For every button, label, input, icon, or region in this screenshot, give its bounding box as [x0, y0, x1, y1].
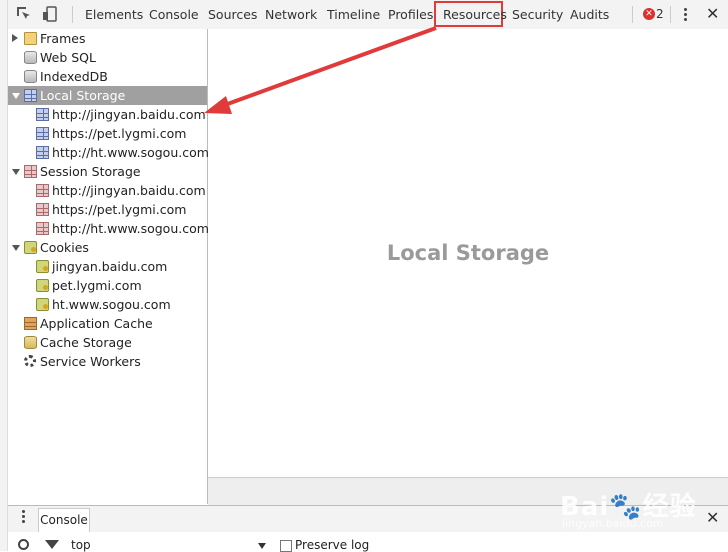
- toolbar-separator: [632, 6, 633, 23]
- tree-item-label: Cookies: [40, 240, 89, 255]
- tree-item-cookies[interactable]: Cookies: [8, 238, 207, 257]
- gear-icon: [24, 355, 36, 367]
- tree-item-session-storage-origin[interactable]: https://pet.lygmi.com: [8, 200, 207, 219]
- preserve-log-checkbox[interactable]: [280, 540, 292, 552]
- tree-item-label: Frames: [40, 31, 86, 46]
- collapse-arrow-icon[interactable]: [12, 245, 20, 251]
- tree-item-label: ht.www.sogou.com: [52, 297, 171, 312]
- tree-item-service-workers[interactable]: Service Workers: [8, 352, 207, 371]
- clear-console-icon[interactable]: [18, 539, 29, 550]
- tree-item-cookie-domain[interactable]: ht.www.sogou.com: [8, 295, 207, 314]
- empty-view-title: Local Storage: [386, 241, 550, 265]
- error-icon[interactable]: ✕: [643, 8, 655, 20]
- preserve-log-label: Preserve log: [295, 538, 370, 552]
- tab-sources[interactable]: Sources: [208, 0, 257, 29]
- tree-item-session-storage-origin[interactable]: http://jingyan.baidu.com: [8, 181, 207, 200]
- tab-profiles[interactable]: Profiles: [388, 0, 433, 29]
- tree-item-label: https://pet.lygmi.com: [52, 126, 187, 141]
- session-storage-icon: [36, 184, 49, 197]
- resources-sidebar: Frames Web SQL IndexedDB Local Storage h…: [8, 29, 209, 504]
- tab-network[interactable]: Network: [265, 0, 317, 29]
- tree-item-session-storage[interactable]: Session Storage: [8, 162, 207, 181]
- tree-item-label: http://ht.www.sogou.com: [52, 145, 209, 160]
- tab-resources[interactable]: Resources: [443, 0, 507, 29]
- drawer-menu-icon[interactable]: [22, 510, 25, 525]
- tree-item-websql[interactable]: Web SQL: [8, 48, 207, 67]
- collapse-arrow-icon[interactable]: [12, 169, 20, 175]
- expand-arrow-icon[interactable]: [12, 34, 18, 42]
- tree-item-cookie-domain[interactable]: jingyan.baidu.com: [8, 257, 207, 276]
- tree-item-label: https://pet.lygmi.com: [52, 202, 187, 217]
- database-icon: [24, 70, 37, 83]
- close-drawer-icon[interactable]: ✕: [706, 508, 719, 528]
- close-devtools-icon[interactable]: ✕: [706, 4, 719, 24]
- tree-item-label: Application Cache: [40, 316, 153, 331]
- drawer-tab-console[interactable]: Console: [38, 508, 90, 532]
- tree-item-label: http://jingyan.baidu.com: [52, 107, 206, 122]
- tree-item-local-storage-origin[interactable]: https://pet.lygmi.com: [8, 124, 207, 143]
- tab-elements[interactable]: Elements: [85, 0, 143, 29]
- tree-item-cache-storage[interactable]: Cache Storage: [8, 333, 207, 352]
- session-storage-icon: [36, 222, 49, 235]
- cookie-icon: [36, 298, 49, 311]
- tab-security[interactable]: Security: [512, 0, 563, 29]
- tab-timeline[interactable]: Timeline: [327, 0, 380, 29]
- tree-item-local-storage[interactable]: Local Storage: [8, 86, 207, 105]
- tree-item-local-storage-origin[interactable]: http://jingyan.baidu.com: [8, 105, 207, 124]
- tree-item-label: Local Storage: [40, 88, 126, 103]
- tree-item-label: Cache Storage: [40, 335, 132, 350]
- watermark-url: jingyan.baidu.com: [562, 517, 664, 530]
- context-select[interactable]: top: [71, 538, 91, 552]
- tree-item-label: IndexedDB: [40, 69, 108, 84]
- tree-item-label: http://ht.www.sogou.com: [52, 221, 209, 236]
- error-count[interactable]: 2: [656, 0, 664, 29]
- tree-item-label: pet.lygmi.com: [52, 278, 142, 293]
- tree-item-local-storage-origin[interactable]: http://ht.www.sogou.com: [8, 143, 209, 162]
- tree-item-indexeddb[interactable]: IndexedDB: [8, 67, 207, 86]
- filter-icon[interactable]: [45, 540, 59, 549]
- collapse-arrow-icon[interactable]: [12, 93, 20, 99]
- cookie-icon: [36, 260, 49, 273]
- local-storage-icon: [36, 146, 49, 159]
- cache-storage-icon: [24, 336, 37, 349]
- tree-item-label: Service Workers: [40, 354, 141, 369]
- cookie-icon: [36, 279, 49, 292]
- database-icon: [24, 51, 37, 64]
- tree-item-label: jingyan.baidu.com: [52, 259, 168, 274]
- tree-item-label: Session Storage: [40, 164, 141, 179]
- inspect-element-icon[interactable]: [16, 6, 32, 22]
- toolbar-separator: [670, 6, 671, 23]
- tree-item-application-cache[interactable]: Application Cache: [8, 314, 207, 333]
- toolbar-separator: [72, 6, 73, 23]
- session-storage-icon: [36, 203, 49, 216]
- tree-item-label: Web SQL: [40, 50, 96, 65]
- tree-item-session-storage-origin[interactable]: http://ht.www.sogou.com: [8, 219, 209, 238]
- folder-icon: [24, 32, 37, 45]
- application-cache-icon: [24, 317, 37, 330]
- cookie-icon: [24, 241, 37, 254]
- local-storage-icon: [24, 89, 37, 102]
- local-storage-icon: [36, 108, 49, 121]
- local-storage-icon: [36, 127, 49, 140]
- session-storage-icon: [24, 165, 37, 178]
- device-mode-icon[interactable]: [42, 6, 58, 22]
- tab-audits[interactable]: Audits: [570, 0, 609, 29]
- tree-item-cookie-domain[interactable]: pet.lygmi.com: [8, 276, 207, 295]
- tab-console[interactable]: Console: [149, 0, 199, 29]
- devtools-toolbar: Elements Console Sources Network Timelin…: [0, 0, 728, 30]
- more-options-icon[interactable]: [684, 8, 687, 23]
- tree-item-label: http://jingyan.baidu.com: [52, 183, 206, 198]
- chevron-down-icon[interactable]: [258, 543, 266, 549]
- dock-edge: [0, 0, 8, 551]
- tree-item-frames[interactable]: Frames: [8, 29, 207, 48]
